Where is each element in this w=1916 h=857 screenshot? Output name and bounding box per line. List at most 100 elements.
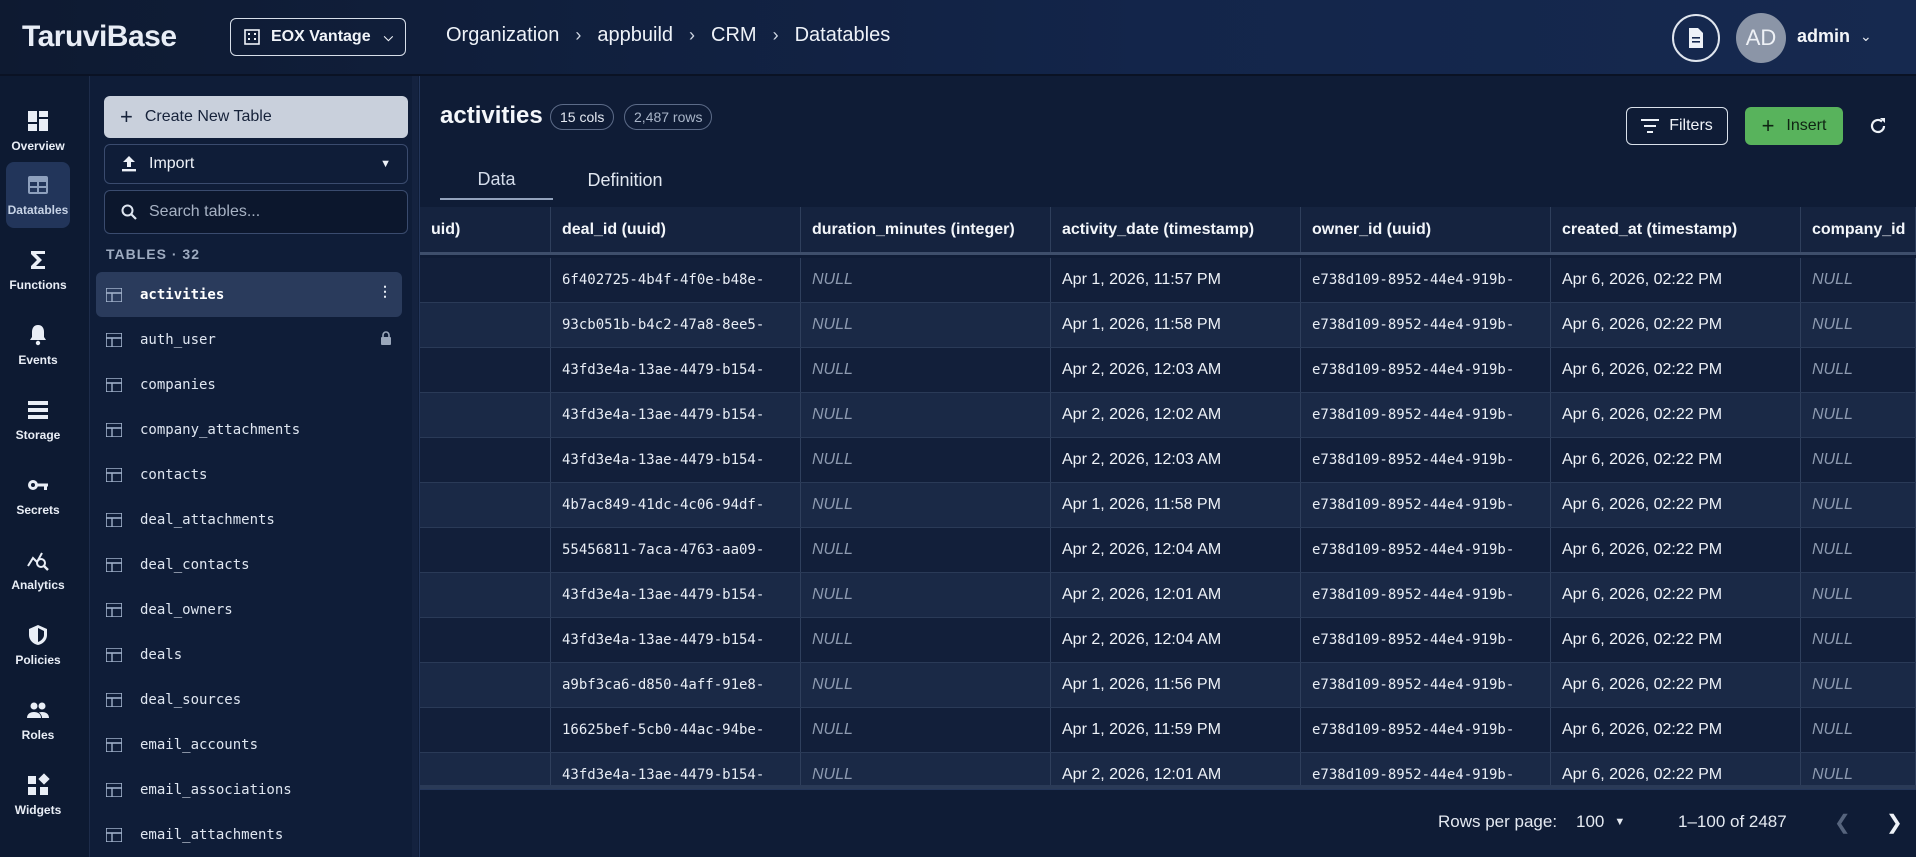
table-cell[interactable]: NULL bbox=[801, 348, 1051, 392]
table-cell[interactable]: NULL bbox=[801, 618, 1051, 662]
table-list-item[interactable]: deal_sources bbox=[96, 677, 402, 722]
table-cell[interactable]: e738d109-8952-44e4-919b- bbox=[1301, 303, 1551, 347]
table-cell[interactable]: Apr 6, 2026, 02:22 PM bbox=[1551, 708, 1801, 752]
chevron-down-icon[interactable]: ⌄ bbox=[1860, 28, 1872, 45]
table-cell[interactable] bbox=[420, 753, 551, 789]
column-header[interactable]: activity_date (timestamp) bbox=[1051, 207, 1301, 252]
table-cell[interactable] bbox=[420, 348, 551, 392]
table-cell[interactable]: e738d109-8952-44e4-919b- bbox=[1301, 573, 1551, 617]
table-cell[interactable]: NULL bbox=[801, 483, 1051, 527]
table-cell[interactable]: Apr 1, 2026, 11:58 PM bbox=[1051, 483, 1301, 527]
table-cell[interactable]: Apr 6, 2026, 02:22 PM bbox=[1551, 258, 1801, 302]
table-cell[interactable]: NULL bbox=[1801, 483, 1916, 527]
table-cell[interactable]: e738d109-8952-44e4-919b- bbox=[1301, 753, 1551, 789]
table-cell[interactable]: e738d109-8952-44e4-919b- bbox=[1301, 393, 1551, 437]
table-cell[interactable]: e738d109-8952-44e4-919b- bbox=[1301, 708, 1551, 752]
table-list-item[interactable]: email_associations bbox=[96, 767, 402, 812]
table-list-item[interactable]: deals bbox=[96, 632, 402, 677]
table-cell[interactable]: NULL bbox=[801, 393, 1051, 437]
table-cell[interactable]: 43fd3e4a-13ae-4479-b154- bbox=[551, 348, 801, 392]
table-cell[interactable]: NULL bbox=[801, 708, 1051, 752]
breadcrumb-app[interactable]: appbuild bbox=[597, 24, 673, 47]
table-cell[interactable]: Apr 1, 2026, 11:56 PM bbox=[1051, 663, 1301, 707]
table-cell[interactable]: NULL bbox=[801, 528, 1051, 572]
table-list-item[interactable]: email_attachments bbox=[96, 812, 402, 857]
table-cell[interactable]: Apr 2, 2026, 12:01 AM bbox=[1051, 573, 1301, 617]
table-cell[interactable]: NULL bbox=[1801, 528, 1916, 572]
table-cell[interactable] bbox=[420, 618, 551, 662]
table-cell[interactable]: NULL bbox=[1801, 258, 1916, 302]
column-header[interactable]: deal_id (uuid) bbox=[551, 207, 801, 252]
table-list-item[interactable]: auth_user bbox=[96, 317, 402, 362]
chevron-right-icon[interactable]: ❯ bbox=[1886, 810, 1903, 835]
table-cell[interactable]: 43fd3e4a-13ae-4479-b154- bbox=[551, 618, 801, 662]
table-cell[interactable]: Apr 2, 2026, 12:03 AM bbox=[1051, 438, 1301, 482]
table-cell[interactable]: NULL bbox=[1801, 303, 1916, 347]
table-cell[interactable]: NULL bbox=[1801, 753, 1916, 789]
column-header[interactable]: company_id bbox=[1801, 207, 1916, 252]
table-cell[interactable]: 43fd3e4a-13ae-4479-b154- bbox=[551, 573, 801, 617]
column-header[interactable]: duration_minutes (integer) bbox=[801, 207, 1051, 252]
table-cell[interactable]: Apr 6, 2026, 02:22 PM bbox=[1551, 348, 1801, 392]
table-cell[interactable]: e738d109-8952-44e4-919b- bbox=[1301, 663, 1551, 707]
rail-item-functions[interactable]: Functions bbox=[6, 237, 70, 303]
table-list-item[interactable]: company_attachments bbox=[96, 407, 402, 452]
table-list-item[interactable]: companies bbox=[96, 362, 402, 407]
refresh-button[interactable] bbox=[1864, 112, 1892, 140]
table-list-item[interactable]: email_accounts bbox=[96, 722, 402, 767]
table-cell[interactable]: Apr 2, 2026, 12:04 AM bbox=[1051, 528, 1301, 572]
app-logo[interactable]: TaruviBase bbox=[22, 20, 177, 54]
table-list-item[interactable]: deal_owners bbox=[96, 587, 402, 632]
table-cell[interactable]: NULL bbox=[801, 258, 1051, 302]
table-cell[interactable]: e738d109-8952-44e4-919b- bbox=[1301, 348, 1551, 392]
table-cell[interactable]: Apr 6, 2026, 02:22 PM bbox=[1551, 303, 1801, 347]
table-cell[interactable]: a9bf3ca6-d850-4aff-91e8- bbox=[551, 663, 801, 707]
table-row[interactable]: 43fd3e4a-13ae-4479-b154- NULL Apr 2, 2026,… bbox=[420, 438, 1916, 483]
table-cell[interactable]: NULL bbox=[1801, 393, 1916, 437]
rail-item-datatables[interactable]: Datatables bbox=[6, 162, 70, 228]
panel-scrollbar[interactable] bbox=[412, 76, 418, 857]
table-list-item[interactable]: contacts bbox=[96, 452, 402, 497]
table-row[interactable]: 4b7ac849-41dc-4c06-94df- NULL Apr 1, 2026,… bbox=[420, 483, 1916, 528]
table-cell[interactable]: Apr 1, 2026, 11:58 PM bbox=[1051, 303, 1301, 347]
table-cell[interactable]: Apr 1, 2026, 11:59 PM bbox=[1051, 708, 1301, 752]
table-row[interactable]: 43fd3e4a-13ae-4479-b154- NULL Apr 2, 2026,… bbox=[420, 573, 1916, 618]
table-cell[interactable]: NULL bbox=[801, 573, 1051, 617]
breadcrumb-database[interactable]: CRM bbox=[711, 24, 757, 47]
tab-data[interactable]: Data bbox=[440, 160, 553, 200]
table-list-item[interactable]: activities ⋮ bbox=[96, 272, 402, 317]
table-cell[interactable]: Apr 2, 2026, 12:01 AM bbox=[1051, 753, 1301, 789]
username[interactable]: admin bbox=[1797, 26, 1850, 47]
table-cell[interactable] bbox=[420, 663, 551, 707]
insert-button[interactable]: + Insert bbox=[1745, 107, 1843, 145]
table-cell[interactable]: 6f402725-4b4f-4f0e-b48e- bbox=[551, 258, 801, 302]
table-cell[interactable]: 43fd3e4a-13ae-4479-b154- bbox=[551, 393, 801, 437]
docs-button[interactable] bbox=[1672, 14, 1720, 62]
column-header[interactable]: created_at (timestamp) bbox=[1551, 207, 1801, 252]
table-cell[interactable] bbox=[420, 438, 551, 482]
table-row[interactable]: 93cb051b-b4c2-47a8-8ee5- NULL Apr 1, 2026,… bbox=[420, 303, 1916, 348]
table-cell[interactable]: 93cb051b-b4c2-47a8-8ee5- bbox=[551, 303, 801, 347]
table-cell[interactable]: Apr 2, 2026, 12:03 AM bbox=[1051, 348, 1301, 392]
table-row[interactable]: 6f402725-4b4f-4f0e-b48e- NULL Apr 1, 2026,… bbox=[420, 258, 1916, 303]
table-row[interactable]: 55456811-7aca-4763-aa09- NULL Apr 2, 2026,… bbox=[420, 528, 1916, 573]
table-cell[interactable] bbox=[420, 708, 551, 752]
tab-definition[interactable]: Definition bbox=[570, 160, 680, 200]
rows-per-page-select[interactable]: 100 ▼ bbox=[1576, 812, 1625, 832]
rail-item-widgets[interactable]: Widgets bbox=[6, 762, 70, 828]
table-cell[interactable]: e738d109-8952-44e4-919b- bbox=[1301, 258, 1551, 302]
table-cell[interactable] bbox=[420, 483, 551, 527]
table-list-item[interactable]: deal_attachments bbox=[96, 497, 402, 542]
table-cell[interactable] bbox=[420, 573, 551, 617]
table-cell[interactable]: Apr 1, 2026, 11:57 PM bbox=[1051, 258, 1301, 302]
column-header[interactable]: uid) bbox=[420, 207, 551, 252]
table-cell[interactable]: Apr 6, 2026, 02:22 PM bbox=[1551, 573, 1801, 617]
rail-item-policies[interactable]: Policies bbox=[6, 612, 70, 678]
table-cell[interactable] bbox=[420, 303, 551, 347]
table-cell[interactable]: Apr 6, 2026, 02:22 PM bbox=[1551, 663, 1801, 707]
table-cell[interactable]: Apr 6, 2026, 02:22 PM bbox=[1551, 483, 1801, 527]
table-cell[interactable]: NULL bbox=[801, 753, 1051, 789]
table-cell[interactable]: NULL bbox=[801, 438, 1051, 482]
table-cell[interactable]: e738d109-8952-44e4-919b- bbox=[1301, 438, 1551, 482]
import-button[interactable]: Import ▼ bbox=[104, 144, 408, 184]
